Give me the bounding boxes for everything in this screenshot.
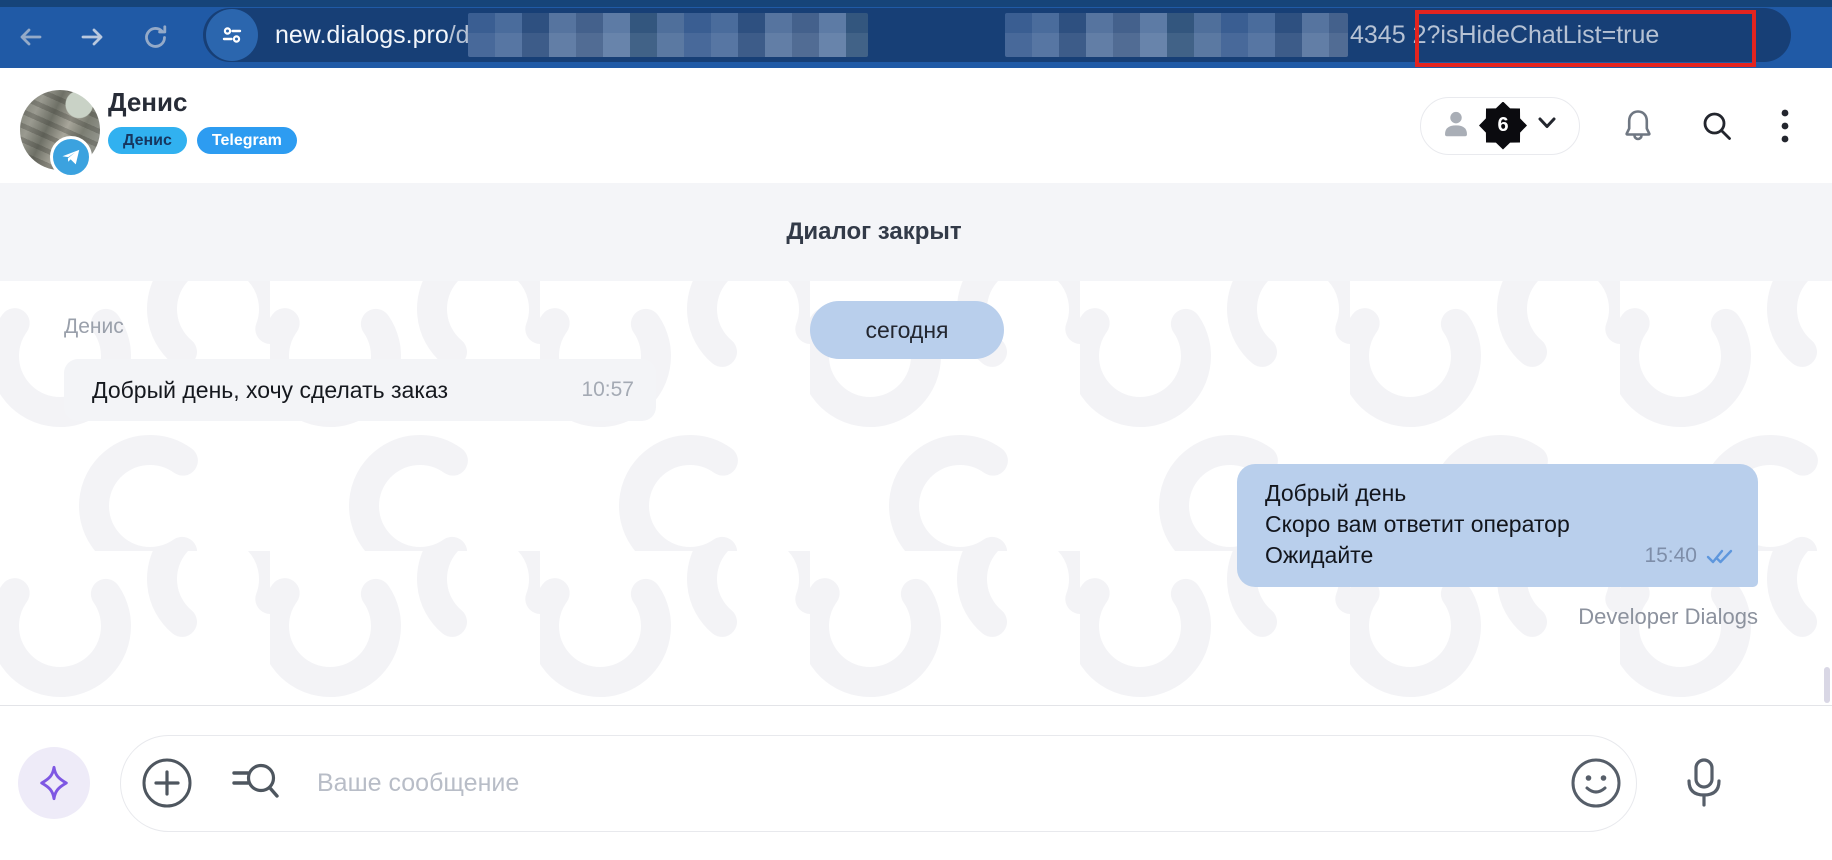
menu-button[interactable] (1780, 107, 1790, 145)
header-actions: 6 (1420, 68, 1790, 183)
ai-assistant-button[interactable] (18, 747, 90, 819)
url-host: new.dialogs.pro (275, 21, 449, 49)
double-check-icon (1706, 547, 1734, 565)
back-arrow-icon[interactable] (16, 23, 44, 51)
chevron-down-icon (1536, 115, 1558, 136)
bell-icon (1620, 107, 1656, 145)
browser-toolbar: new.dialogs.pro/dialogs/2 43452?isHideCh… (0, 0, 1832, 68)
contact-tags: Денис Telegram (108, 127, 297, 154)
app-window: new.dialogs.pro/dialogs/2 43452?isHideCh… (0, 0, 1832, 860)
tag-channel: Telegram (197, 127, 297, 154)
assignee-selector[interactable]: 6 (1420, 97, 1580, 155)
telegram-channel-icon (50, 136, 92, 178)
url-highlighted-query: 2?isHideChatList=true (1406, 21, 1660, 50)
contact-name: Денис (108, 87, 297, 118)
outgoing-message-group: Добрый день Скоро вам ответит оператор О… (1237, 464, 1758, 630)
incoming-message-text: Добрый день, хочу сделать заказ (92, 377, 448, 404)
dialog-status-text: Диалог закрыт (786, 218, 961, 246)
search-button[interactable] (1700, 109, 1734, 143)
sparkle-icon (35, 764, 73, 802)
incoming-message-bubble: Добрый день, хочу сделать заказ 10:57 (64, 359, 656, 421)
scrollbar-thumb[interactable] (1824, 667, 1830, 703)
assignee-count: 6 (1497, 114, 1508, 137)
outgoing-message-line: Ожидайте (1265, 540, 1373, 571)
message-input[interactable] (317, 769, 1570, 798)
attach-button[interactable] (141, 757, 193, 809)
message-input-container (120, 735, 1637, 832)
outgoing-message-bubble: Добрый день Скоро вам ответит оператор О… (1237, 464, 1758, 587)
address-bar[interactable]: new.dialogs.pro/dialogs/2 43452?isHideCh… (203, 8, 1791, 62)
reload-icon[interactable] (142, 24, 169, 51)
tag-contact: Денис (108, 127, 187, 154)
outgoing-message-time: 15:40 (1644, 540, 1697, 571)
person-icon (1442, 109, 1470, 142)
dialog-status-banner: Диалог закрыт (0, 183, 1832, 281)
incoming-sender-name: Денис (64, 315, 124, 339)
contact-info: Денис Денис Telegram (108, 87, 297, 154)
url-tail-digits: 4345 (1350, 21, 1406, 50)
outgoing-message-line: Скоро вам ответит оператор (1265, 509, 1734, 540)
site-settings-tune-icon[interactable] (206, 9, 258, 61)
templates-search-button[interactable] (231, 760, 281, 806)
redacted-url-segment (468, 13, 868, 57)
message-list: Денис Добрый день, хочу сделать заказ 10… (0, 281, 1832, 705)
notifications-button[interactable] (1620, 107, 1656, 145)
message-composer (0, 705, 1832, 860)
voice-message-button[interactable] (1683, 757, 1725, 809)
magnifier-icon (1700, 109, 1734, 143)
incoming-message-time: 10:57 (581, 378, 634, 402)
date-separator: сегодня (810, 301, 1004, 359)
kebab-icon (1780, 107, 1790, 145)
contact-avatar (20, 90, 100, 170)
emoji-button[interactable] (1570, 757, 1622, 809)
outgoing-message-line: Добрый день (1265, 478, 1734, 509)
assignee-count-badge: 6 (1479, 102, 1527, 150)
window-top-edge (0, 0, 1832, 7)
chat-header: Денис Денис Telegram 6 (0, 68, 1832, 183)
microphone-icon (1683, 757, 1725, 809)
redacted-url-segment (1005, 13, 1348, 57)
smiley-icon (1570, 757, 1622, 809)
operator-signature: Developer Dialogs (1237, 604, 1758, 630)
url-query: 43452?isHideChatList=true (1350, 8, 1659, 62)
template-search-icon (231, 760, 281, 806)
plus-circle-icon (141, 757, 193, 809)
forward-arrow-icon[interactable] (79, 23, 107, 51)
